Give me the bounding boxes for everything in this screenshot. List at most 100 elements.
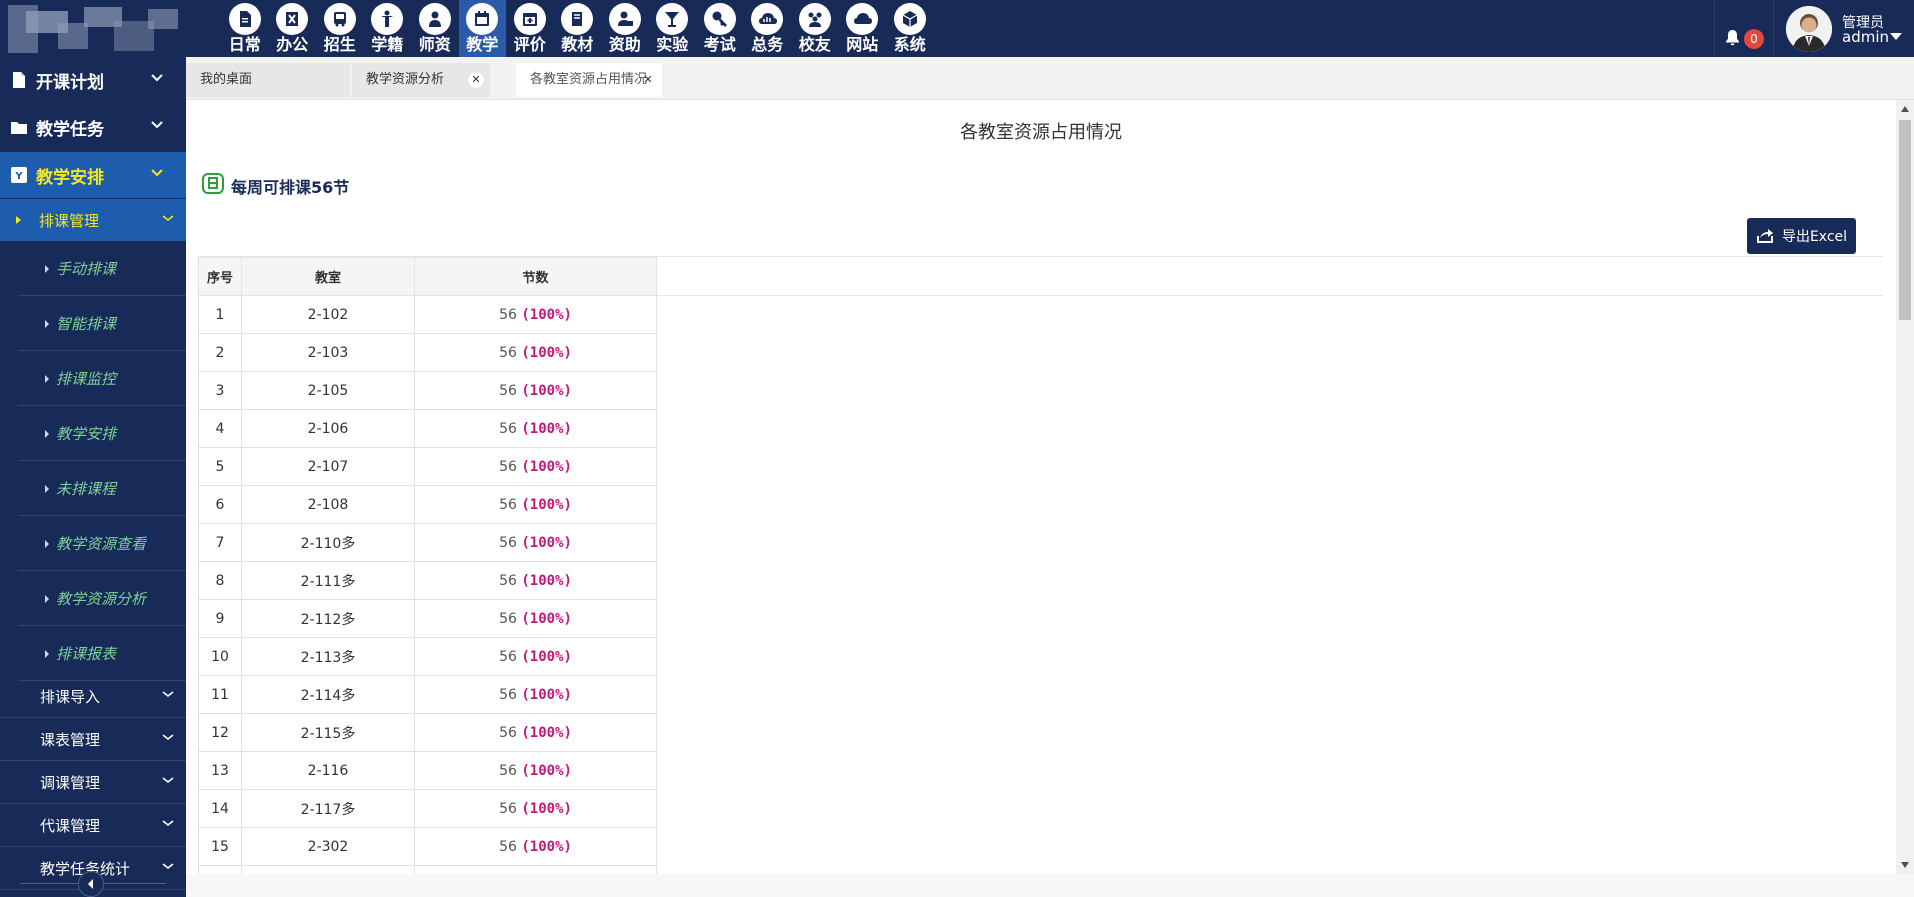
cell-no: 8 [198, 561, 242, 600]
nav-item-1[interactable]: 办公 [269, 0, 317, 57]
top-nav: 日常 办公 招生 学籍 师资 教学 评价 教材 资助 实验 考试 总务 校友 网站 系统 [221, 0, 934, 57]
sidebar-sub-item[interactable]: 课表管理 [0, 719, 186, 761]
nav-item-9[interactable]: 实验 [649, 0, 697, 57]
table-row: 9 2-112多 56 (100%) [198, 599, 657, 638]
sidebar-menu-label: 教学安排 [36, 167, 104, 188]
cell-room: 2-102 [241, 295, 415, 334]
cell-no: 2 [198, 333, 242, 372]
chevron-down-icon [162, 820, 174, 827]
caret-left-icon [88, 879, 93, 889]
cell-sections: 56 (100%) [414, 485, 657, 524]
sections-value: 56 [499, 800, 517, 817]
nav-item-14[interactable]: 系统 [886, 0, 934, 57]
sidebar-leaf-item[interactable]: 手动排课 [18, 242, 186, 296]
table-header-row: 序号 教室 节数 [198, 257, 657, 296]
calendar-day-icon [202, 173, 224, 194]
table-row: 2 2-103 56 (100%) [198, 333, 657, 372]
cell-no: 13 [198, 751, 242, 790]
avatar[interactable] [1786, 6, 1832, 52]
sidebar-leaf-item[interactable]: 排课报表 [18, 627, 186, 681]
bus-icon [323, 3, 356, 35]
nav-item-2[interactable]: 招生 [316, 0, 364, 57]
nav-item-label: 师资 [418, 35, 451, 54]
caret-right-icon [45, 649, 49, 658]
tab-label: 我的桌面 [200, 72, 253, 87]
sections-value: 56 [499, 572, 517, 589]
sidebar-sub-item[interactable]: 代课管理 [0, 805, 186, 847]
nav-item-3[interactable]: 学籍 [364, 0, 412, 57]
cell-sections: 56 (100%) [414, 447, 657, 486]
percent-value: (100%) [521, 420, 572, 437]
sidebar-menu-teaching-task[interactable]: 教学任务 [0, 104, 186, 150]
sidebar-leaf-item[interactable]: 智能排课 [18, 297, 186, 351]
scroll-up-icon[interactable] [1901, 106, 1909, 112]
sidebar-leaf-item[interactable]: 未排课程 [18, 462, 186, 516]
caret-down-icon[interactable] [1890, 33, 1902, 40]
percent-value: (100%) [521, 648, 572, 665]
notification-area[interactable]: 0 [1714, 0, 1774, 57]
sidebar-leaf-item[interactable]: 教学资源分析 [18, 572, 186, 626]
scroll-down-icon[interactable] [1901, 862, 1909, 868]
cell-sections: 56 (100%) [414, 409, 657, 448]
percent-value: (100%) [521, 306, 572, 323]
key-icon [703, 3, 736, 35]
user-name[interactable]: admin [1842, 28, 1889, 46]
sidebar-sub-label: 课表管理 [40, 731, 101, 749]
nav-item-10[interactable]: 考试 [696, 0, 744, 57]
nav-item-0[interactable]: 日常 [221, 0, 269, 57]
nav-item-label: 日常 [228, 35, 261, 54]
nav-item-12[interactable]: 校友 [791, 0, 839, 57]
sidebar-sub-scheduling[interactable]: 排课管理 [0, 199, 186, 241]
nav-item-11[interactable]: 总务 [744, 0, 792, 57]
cell-sections: 56 (100%) [414, 637, 657, 676]
folder-icon [11, 122, 27, 134]
nav-item-8[interactable]: 资助 [601, 0, 649, 57]
cell-sections: 56 (100%) [414, 523, 657, 562]
percent-value: (100%) [521, 534, 572, 551]
nav-item-13[interactable]: 网站 [839, 0, 887, 57]
sidebar-menu-label: 教学任务 [36, 119, 104, 140]
close-icon[interactable]: ✕ [640, 72, 656, 88]
nav-item-4[interactable]: 师资 [411, 0, 459, 57]
sections-value: 56 [499, 762, 517, 779]
export-excel-button[interactable]: 导出Excel [1747, 218, 1856, 254]
tab-desktop[interactable]: 我的桌面 [186, 63, 350, 97]
sidebar-leaf-label: 排课监控 [56, 370, 117, 388]
sidebar-menu-teaching-arrangement[interactable]: Y 教学安排 [0, 152, 186, 198]
document-icon [228, 3, 261, 35]
tab-classroom-usage[interactable]: 各教室资源占用情况 ✕ [516, 63, 662, 97]
export-icon [1756, 229, 1773, 243]
cell-room: 2-110多 [241, 523, 415, 562]
caret-right-icon [45, 264, 49, 273]
sidebar-sub-item[interactable]: 调课管理 [0, 762, 186, 804]
sidebar-sub-item[interactable]: 排课导入 [0, 676, 186, 718]
nav-item-6[interactable]: 评价 [506, 0, 554, 57]
table-row: 6 2-108 56 (100%) [198, 485, 657, 524]
sidebar-menu-label: 开课计划 [36, 72, 104, 93]
nav-item-5[interactable]: 教学 [458, 0, 506, 57]
percent-value: (100%) [521, 572, 572, 589]
sections-value: 56 [499, 648, 517, 665]
table-row: 11 2-114多 56 (100%) [198, 675, 657, 714]
close-icon[interactable]: ✕ [468, 72, 484, 88]
sidebar-leaf-item[interactable]: 排课监控 [18, 352, 186, 406]
percent-value: (100%) [521, 382, 572, 399]
cell-room: 2-103 [241, 333, 415, 372]
vertical-scrollbar[interactable] [1896, 100, 1914, 874]
sections-value: 56 [499, 306, 517, 323]
table-row: 10 2-113多 56 (100%) [198, 637, 657, 676]
sidebar-leaf-item[interactable]: 教学安排 [18, 407, 186, 461]
sections-value: 56 [499, 382, 517, 399]
logo[interactable] [8, 3, 178, 55]
collapse-sidebar-button[interactable] [78, 871, 104, 897]
tab-resource-analysis[interactable]: 教学资源分析 ✕ [352, 63, 490, 97]
percent-value: (100%) [521, 838, 572, 855]
teacher-icon [418, 3, 451, 35]
cell-room: 2-114多 [241, 675, 415, 714]
scrollbar-thumb[interactable] [1899, 120, 1911, 320]
nav-item-7[interactable]: 教材 [554, 0, 602, 57]
bell-icon[interactable] [1725, 30, 1740, 46]
column-header-sections: 节数 [414, 257, 657, 296]
sidebar-menu-course-plan[interactable]: 开课计划 [0, 57, 186, 103]
sidebar-leaf-item[interactable]: 教学资源查看 [18, 517, 186, 571]
